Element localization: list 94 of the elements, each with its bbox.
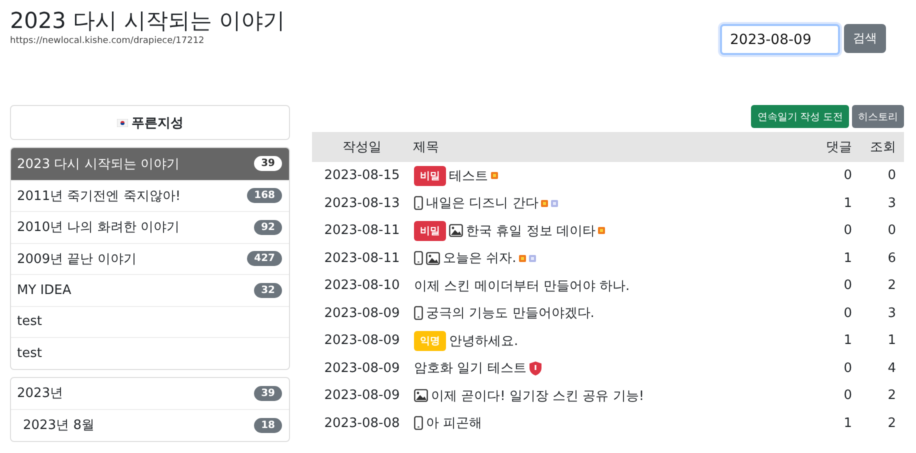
column-header: 조회 (860, 132, 904, 162)
new-icon (541, 200, 548, 207)
date-cell: 2023-08-15 (312, 162, 412, 190)
mobile-icon (414, 251, 423, 266)
date-cell-text: 2023-08-08 (323, 414, 401, 433)
flag-icon (116, 118, 128, 126)
view-count: 2 (886, 387, 897, 406)
image-icon (414, 389, 428, 402)
view-count: 2 (886, 414, 897, 433)
square-icon (551, 200, 558, 207)
date-cell-text: 2023-08-13 (323, 194, 401, 213)
archive-item[interactable]: 2023년 39 (11, 378, 289, 409)
diary-item[interactable]: test (11, 337, 289, 368)
image-icon (449, 224, 463, 238)
comment-count: 0 (842, 277, 853, 296)
item-name: 2023년 8월 (23, 417, 94, 434)
view-count: 0 (886, 222, 897, 240)
diary-item[interactable]: 2023 다시 시작되는 이야기 39 (11, 148, 289, 180)
comment-count: 1 (842, 332, 853, 350)
view-count: 0 (860, 162, 904, 190)
action-button[interactable]: 히스토리 (852, 105, 904, 128)
mobile-icon (414, 306, 423, 320)
item-name: 2009년 끝난 이야기 (17, 250, 136, 268)
secret-badge: 비밀 (414, 220, 446, 241)
page-url: https://newlocal.kishe.com/drapiece/17212 (10, 36, 206, 46)
view-count: 3 (886, 194, 897, 213)
date-cell-text: 2023-08-11 (323, 222, 401, 240)
date-cell-text: 2023-08-09 (323, 304, 401, 323)
post-title[interactable]: 테스트 (449, 166, 488, 185)
count-badge: 427 (247, 251, 282, 266)
post-title[interactable]: 이제 곧이다! 일기장 스킨 공유 기능! (431, 386, 644, 405)
mobile-icon (414, 196, 423, 210)
shield-icon (529, 360, 542, 376)
item-name: test (17, 346, 42, 361)
column-header: 작성일 (312, 132, 412, 162)
count-badge: 32 (254, 282, 282, 298)
item-name: test (17, 314, 42, 330)
view-count: 6 (886, 250, 897, 268)
profile-name: 푸른지성 (132, 114, 184, 132)
count-badge: 92 (254, 220, 282, 235)
search-button[interactable]: 검색 (844, 24, 886, 53)
post-title[interactable]: 궁극의 기능도 만들어야겠다. (426, 304, 594, 322)
comment-count: 0 (842, 222, 853, 240)
comment-count: 0 (842, 360, 853, 378)
item-name: MY IDEA (17, 282, 72, 298)
post-title[interactable]: 아 피곤해 (426, 414, 482, 432)
action-button[interactable]: 연속일기 작성 도전 (751, 105, 849, 128)
comment-count: 0 (842, 304, 853, 323)
comment-count: 1 (842, 414, 853, 433)
date-cell-text: 2023-08-11 (323, 250, 401, 268)
count-badge: 168 (247, 188, 282, 204)
view-count: 2 (886, 277, 897, 296)
new-icon (491, 172, 498, 180)
date-cell-text: 2023-08-09 (323, 387, 401, 406)
post-title[interactable]: 이제 스킨 메이더부터 만들어야 하나. (414, 276, 630, 295)
diary-item[interactable]: test (11, 306, 289, 337)
date-cell-text: 2023-08-10 (323, 277, 401, 296)
item-name: 2023 다시 시작되는 이야기 (17, 156, 180, 173)
count-badge: 39 (254, 386, 282, 401)
new-icon (519, 254, 526, 262)
count-badge: 18 (254, 418, 282, 433)
item-name: 2011년 죽기전엔 죽지않아! (17, 188, 181, 205)
page-title: 2023 다시 시작되는 이야기 (10, 8, 285, 36)
view-count: 3 (886, 304, 897, 323)
diary-item[interactable]: MY IDEA 32 (11, 274, 289, 306)
comment-count: 0 (816, 162, 860, 190)
square-icon (529, 254, 536, 262)
diary-item[interactable]: 2009년 끝난 이야기 427 (11, 242, 289, 274)
new-icon (598, 227, 606, 234)
date-cell-text: 2023-08-09 (323, 360, 401, 378)
date-field[interactable]: 2023-08-09 (720, 24, 840, 55)
post-title[interactable]: 안녕하세요. (449, 332, 518, 350)
count-badge: 39 (254, 156, 282, 172)
comment-count: 1 (842, 250, 853, 268)
column-header: 댓글 (816, 132, 860, 162)
diary-item[interactable]: 2010년 나의 화려한 이야기 92 (11, 211, 289, 242)
image-icon (426, 252, 440, 265)
item-name: 2023년 (17, 385, 64, 402)
comment-count: 1 (842, 194, 853, 213)
anonymous-badge: 익명 (414, 330, 446, 351)
comment-count: 0 (842, 387, 853, 406)
mobile-icon (414, 416, 423, 430)
secret-badge: 비밀 (414, 166, 446, 186)
view-count: 1 (886, 332, 897, 350)
column-header: 제목 (412, 132, 816, 162)
post-title[interactable]: 한국 휴일 정보 데이타 (466, 222, 596, 240)
post-title[interactable]: 내일은 디즈니 간다 (426, 194, 538, 212)
diary-item[interactable]: 2011년 죽기전엔 죽지않아! 168 (11, 180, 289, 211)
archive-item[interactable]: 2023년 8월 18 (11, 409, 289, 440)
post-title[interactable]: 오늘은 쉬자. (443, 249, 516, 268)
item-name: 2010년 나의 화려한 이야기 (17, 219, 180, 236)
post-title[interactable]: 암호화 일기 테스트 (414, 359, 526, 378)
date-cell-text: 2023-08-09 (323, 332, 401, 350)
view-count: 4 (886, 360, 897, 378)
